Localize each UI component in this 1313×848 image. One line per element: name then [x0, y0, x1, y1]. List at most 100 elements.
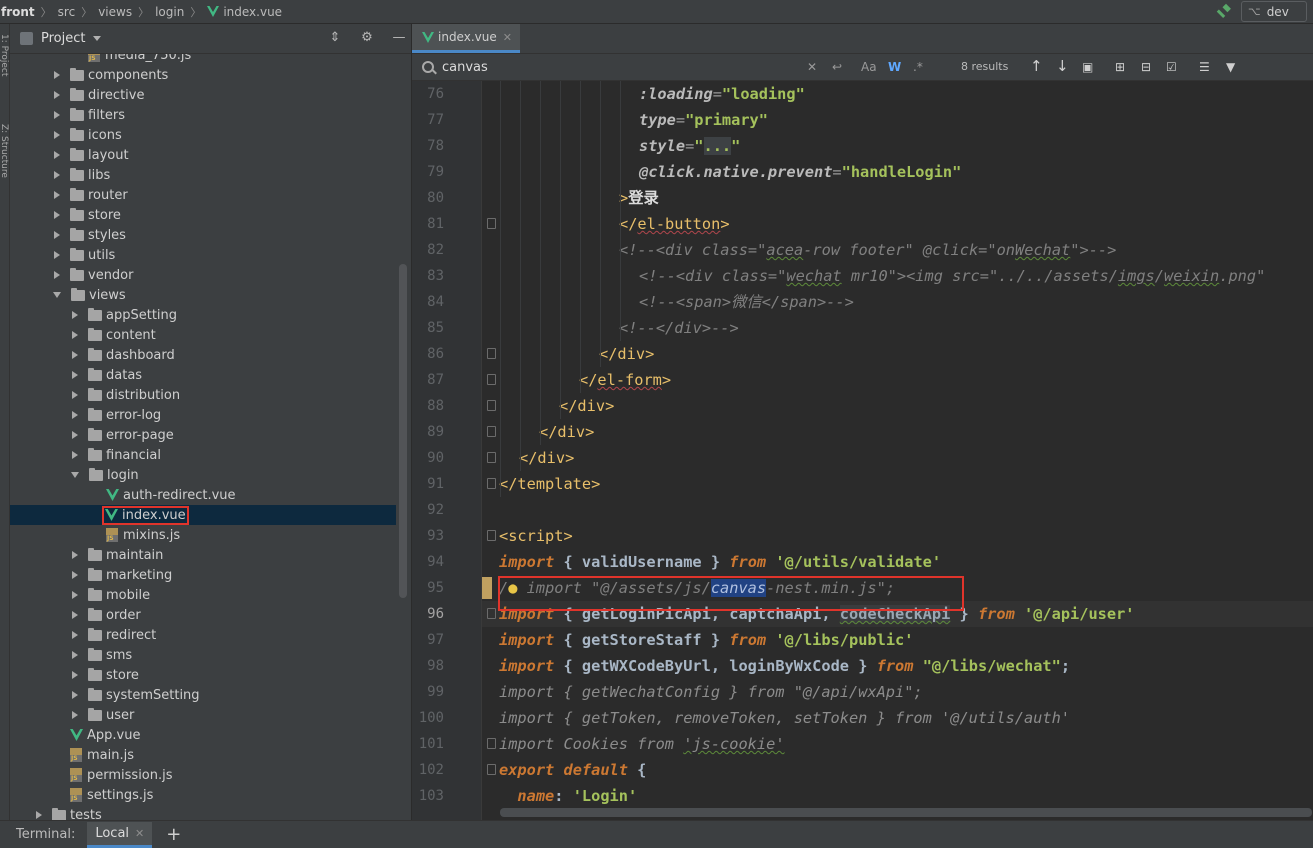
chevron-right-icon[interactable] [72, 611, 78, 619]
chevron-right-icon[interactable] [72, 391, 78, 399]
filter-icon[interactable]: ▼ [1226, 60, 1235, 74]
tree-item[interactable]: distribution [10, 385, 396, 405]
chevron-right-icon[interactable] [54, 91, 60, 99]
tree-item[interactable]: marketing [10, 565, 396, 585]
tree-item[interactable]: router [10, 185, 396, 205]
chevron-right-icon[interactable] [72, 671, 78, 679]
chevron-right-icon[interactable] [54, 191, 60, 199]
fold-marker-icon[interactable] [487, 764, 496, 775]
close-icon[interactable]: ✕ [135, 827, 144, 840]
tree-item[interactable]: tests [10, 805, 396, 820]
tree-scrollbar[interactable] [399, 264, 407, 598]
structure-tool-window-button[interactable]: Z: Structure [0, 124, 9, 178]
whole-words-toggle[interactable]: W [888, 60, 901, 74]
project-tool-window-button[interactable]: 1: Project [0, 34, 9, 76]
chevron-right-icon[interactable] [72, 711, 78, 719]
tree-item[interactable]: appSetting [10, 305, 396, 325]
tree-item[interactable]: error-log [10, 405, 396, 425]
arrow-down-icon[interactable]: ↓ [1056, 57, 1069, 75]
search-input[interactable] [442, 59, 802, 75]
tree-item[interactable]: login [10, 465, 396, 485]
tree-item[interactable]: content [10, 325, 396, 345]
tree-item[interactable]: main.js [10, 745, 396, 765]
breadcrumb-item[interactable]: index.vue [207, 0, 282, 24]
breadcrumb-item[interactable]: views [98, 0, 132, 24]
chevron-right-icon[interactable] [72, 551, 78, 559]
fold-marker-icon[interactable] [487, 426, 496, 437]
multiline-icon[interactable]: ☰ [1199, 60, 1210, 74]
tree-item[interactable]: redirect [10, 625, 396, 645]
chevron-right-icon[interactable] [72, 411, 78, 419]
build-hammer-icon[interactable] [1215, 3, 1233, 21]
chevron-right-icon[interactable] [72, 351, 78, 359]
fold-marker-icon[interactable] [487, 478, 496, 489]
fold-marker-icon[interactable] [487, 400, 496, 411]
tree-item[interactable]: mobile [10, 585, 396, 605]
tree-item[interactable]: vendor [10, 265, 396, 285]
chevron-right-icon[interactable] [72, 451, 78, 459]
tree-item[interactable]: index.vue [10, 505, 396, 525]
code-editor[interactable]: 76 77 78 79 80 81 82 83 84 85 86 87 88 89 90 91 92 93 94 95… [412, 81, 1313, 820]
breadcrumb-item[interactable]: login [155, 0, 184, 24]
chevron-right-icon[interactable] [54, 71, 60, 79]
tree-item[interactable]: sms [10, 645, 396, 665]
chevron-right-icon[interactable] [72, 431, 78, 439]
tree-item[interactable]: styles [10, 225, 396, 245]
tree-item[interactable]: icons [10, 125, 396, 145]
tree-item[interactable]: utils [10, 245, 396, 265]
chevron-right-icon[interactable] [72, 331, 78, 339]
fold-marker-icon[interactable] [487, 608, 496, 619]
chevron-right-icon[interactable] [72, 631, 78, 639]
fold-marker-icon[interactable] [487, 452, 496, 463]
chevron-right-icon[interactable] [72, 651, 78, 659]
fold-marker-icon[interactable] [487, 530, 496, 541]
search-icon[interactable] [422, 61, 434, 73]
tab-local[interactable]: Local ✕ [87, 821, 153, 848]
remove-occurrence-icon[interactable]: ⊟ [1141, 60, 1151, 74]
chevron-right-icon[interactable] [72, 691, 78, 699]
chevron-right-icon[interactable] [54, 251, 60, 259]
tree-item[interactable]: dashboard [10, 345, 396, 365]
chevron-right-icon[interactable] [54, 231, 60, 239]
chevron-right-icon[interactable] [54, 111, 60, 119]
chevron-right-icon[interactable] [54, 151, 60, 159]
tree-item[interactable]: components [10, 65, 396, 85]
select-all-occurrences-icon[interactable]: ▣ [1082, 60, 1093, 74]
breadcrumb-item[interactable]: front [0, 0, 35, 24]
new-terminal-button[interactable]: + [166, 824, 181, 845]
toggle-selection-icon[interactable]: ☑ [1166, 60, 1177, 74]
tree-item[interactable]: error-page [10, 425, 396, 445]
tree-item[interactable]: datas [10, 365, 396, 385]
fold-marker-icon[interactable] [487, 738, 496, 749]
close-icon[interactable]: ✕ [503, 31, 512, 44]
gear-icon[interactable]: ⚙ [360, 31, 374, 45]
horizontal-scrollbar[interactable] [500, 808, 1312, 817]
chevron-right-icon[interactable] [54, 131, 60, 139]
chevron-right-icon[interactable] [72, 571, 78, 579]
match-case-toggle[interactable]: Aa [861, 60, 877, 74]
tree-item[interactable]: filters [10, 105, 396, 125]
tree-item[interactable]: maintain [10, 545, 396, 565]
tree-item[interactable]: App.vue [10, 725, 396, 745]
fold-marker-icon[interactable] [487, 348, 496, 359]
tree-item[interactable]: store [10, 205, 396, 225]
chevron-right-icon[interactable] [54, 171, 60, 179]
vcs-branch-selector[interactable]: ⌥ dev [1241, 1, 1307, 22]
tree-item[interactable]: user [10, 705, 396, 725]
chevron-right-icon[interactable] [54, 211, 60, 219]
collapse-all-icon[interactable]: ⇕ [328, 31, 342, 45]
tree-item[interactable]: permission.js [10, 765, 396, 785]
chevron-right-icon[interactable] [36, 811, 42, 819]
chevron-down-icon[interactable] [93, 36, 102, 41]
tree-item[interactable]: views [10, 285, 396, 305]
add-occurrence-icon[interactable]: ⊞ [1115, 60, 1125, 74]
tree-item[interactable]: systemSetting [10, 685, 396, 705]
chevron-right-icon[interactable] [54, 271, 60, 279]
chevron-down-icon[interactable] [71, 472, 79, 478]
tree-item[interactable]: order [10, 605, 396, 625]
search-history-icon[interactable]: ↩ [832, 60, 842, 74]
hide-panel-icon[interactable]: — [392, 31, 406, 45]
tree-item[interactable]: mixins.js [10, 525, 396, 545]
tree-item[interactable]: auth-redirect.vue [10, 485, 396, 505]
chevron-right-icon[interactable] [72, 311, 78, 319]
